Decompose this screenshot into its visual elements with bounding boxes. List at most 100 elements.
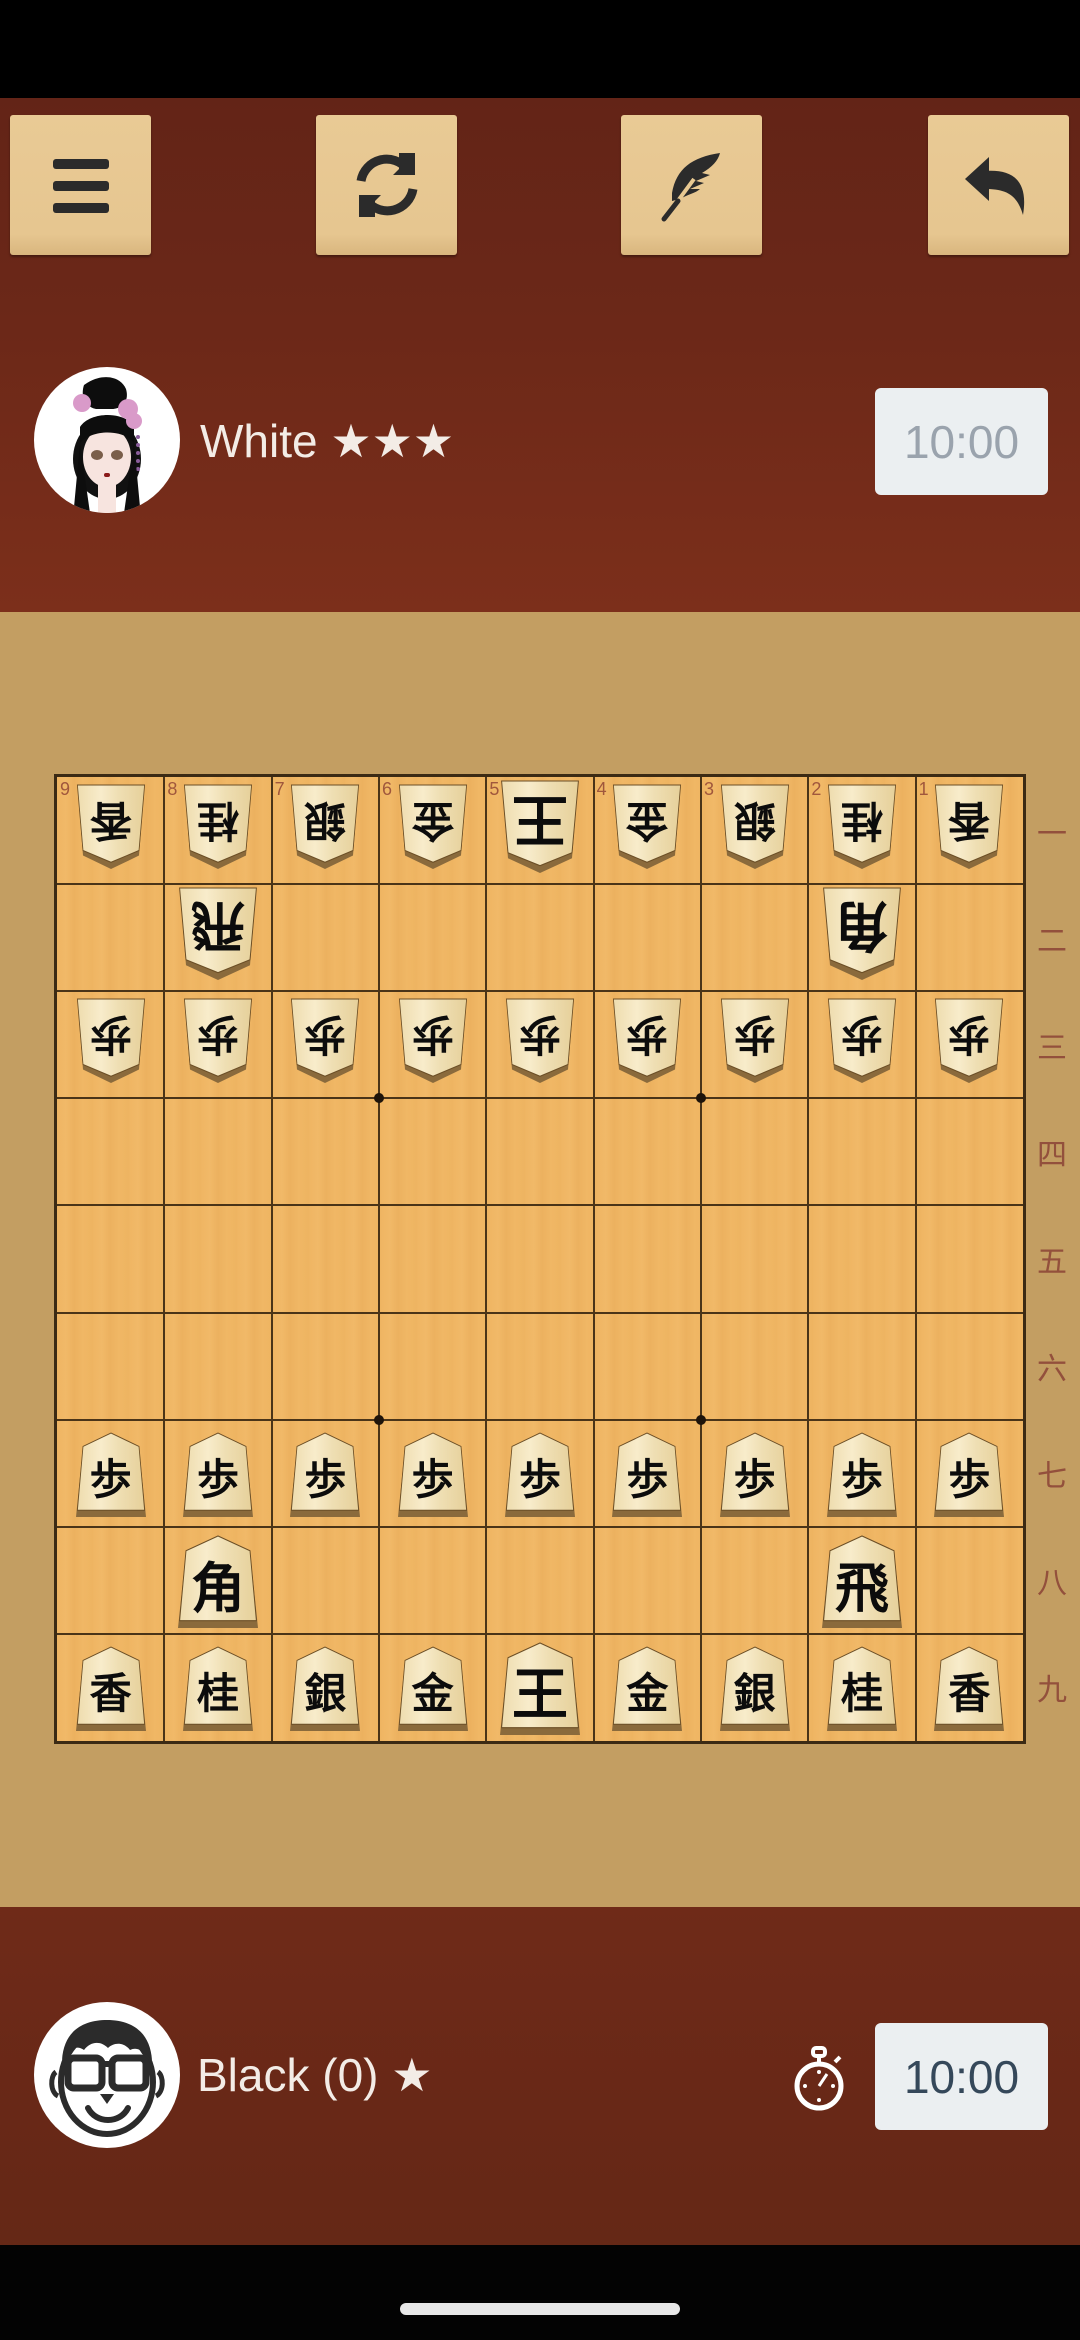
shogi-piece-black[interactable]: 王 [500,1642,580,1736]
grid-line [807,777,810,1741]
shogi-piece-black[interactable]: 歩 [505,1432,575,1518]
shogi-piece-white[interactable]: 角 [822,887,902,980]
navigation-bar [0,2245,1080,2340]
piece-kanji: 金 [411,795,454,845]
top-panel [0,98,1080,612]
rank-label: 六 [1037,1352,1067,1388]
shogi-piece-white[interactable]: 歩 [505,998,575,1083]
shogi-piece-black[interactable]: 銀 [290,1646,361,1732]
status-bar [0,0,1080,98]
piece-kanji: 歩 [304,1455,347,1505]
rank-label: 三 [1037,1030,1067,1066]
home-indicator[interactable] [400,2303,680,2315]
black-player-clock: 10:00 [875,2023,1048,2130]
feather-icon [661,153,720,222]
shogi-piece-black[interactable]: 飛 [822,1535,902,1629]
piece-kanji: 歩 [89,1455,132,1505]
shogi-piece-white[interactable]: 香 [934,784,1004,869]
grid-line [57,1632,1023,1635]
shogi-piece-black[interactable]: 香 [75,1646,146,1732]
piece-kanji: 歩 [89,1010,132,1060]
file-label: 6 [382,779,393,799]
shogi-piece-black[interactable]: 歩 [290,1432,361,1518]
file-label: 9 [60,779,71,799]
file-label: 3 [704,779,715,799]
piece-kanji: 桂 [841,795,884,845]
shogi-piece-white[interactable]: 歩 [612,998,682,1083]
shogi-piece-black[interactable]: 桂 [827,1646,897,1732]
piece-kanji: 銀 [304,795,347,845]
menu-button[interactable] [10,115,151,255]
shogi-piece-white[interactable]: 銀 [290,784,360,869]
undo-button[interactable] [928,115,1069,255]
file-label: 1 [918,779,929,799]
shogi-piece-black[interactable]: 歩 [934,1432,1005,1518]
grid-line [270,777,273,1741]
shogi-piece-white[interactable]: 歩 [183,998,253,1083]
piece-kanji: 歩 [626,1455,669,1505]
grid-line [592,777,595,1741]
star-point [374,1093,384,1104]
shogi-piece-black[interactable]: 歩 [719,1432,790,1518]
shogi-piece-white[interactable]: 歩 [398,998,468,1083]
shogi-piece-black[interactable]: 香 [934,1646,1005,1732]
shogi-piece-white[interactable]: 歩 [720,998,790,1083]
grid-line [57,1525,1023,1528]
grid-line [57,1204,1023,1207]
shogi-piece-black[interactable]: 銀 [719,1646,790,1732]
shogi-piece-black[interactable]: 金 [397,1646,468,1732]
shogi-piece-black[interactable]: 歩 [612,1432,683,1518]
grid-line [57,1311,1023,1314]
refresh-icon [356,153,417,217]
rank-label: 八 [1037,1566,1067,1602]
shogi-piece-white[interactable]: 歩 [76,998,146,1083]
shogi-piece-white[interactable]: 飛 [178,887,258,980]
black-player-avatar[interactable] [34,2002,180,2148]
shogi-piece-white[interactable]: 金 [612,784,682,869]
rank-label: 二 [1037,923,1067,959]
piece-kanji: 飛 [835,1555,889,1620]
file-label: 7 [274,779,285,799]
piece-kanji: 金 [626,795,669,845]
piece-kanji: 歩 [948,1455,991,1505]
shogi-piece-white[interactable]: 桂 [183,784,253,869]
file-label: 8 [167,779,178,799]
piece-kanji: 角 [191,1555,245,1620]
shogi-piece-black[interactable]: 桂 [183,1646,253,1732]
file-label: 5 [489,779,500,799]
shogi-piece-black[interactable]: 金 [612,1646,683,1732]
white-player-name: White ★★★ [200,415,455,467]
shogi-piece-black[interactable]: 歩 [827,1432,897,1518]
piece-kanji: 香 [89,1669,132,1719]
record-moves-button[interactable] [621,115,762,255]
piece-kanji: 歩 [733,1010,776,1060]
piece-kanji: 銀 [304,1669,347,1719]
undo-arrow-icon [964,157,1024,215]
shogi-piece-white[interactable]: 歩 [290,998,360,1083]
star-point [696,1093,706,1104]
white-player-avatar[interactable] [34,367,180,513]
piece-kanji: 歩 [840,1455,883,1505]
shogi-piece-white[interactable]: 王 [500,779,580,873]
shogi-piece-white[interactable]: 銀 [720,784,790,869]
piece-kanji: 桂 [196,1669,239,1719]
shogi-piece-black[interactable]: 角 [178,1535,258,1629]
rank-label: 九 [1037,1673,1067,1709]
shogi-piece-white[interactable]: 歩 [934,998,1004,1083]
grid-line [914,777,917,1741]
shogi-piece-black[interactable]: 歩 [183,1432,253,1518]
grid-line [700,777,702,1741]
piece-kanji: 歩 [411,1010,454,1060]
piece-kanji: 香 [948,1669,991,1719]
shogi-piece-white[interactable]: 金 [398,784,468,869]
shogi-piece-white[interactable]: 香 [76,784,146,869]
black-player-name: Black (0) ★ [197,2049,433,2101]
shogi-piece-white[interactable]: 歩 [827,998,897,1083]
shogi-piece-black[interactable]: 歩 [75,1432,146,1518]
shogi-piece-white[interactable]: 桂 [827,784,897,869]
piece-kanji: 銀 [733,1669,776,1719]
glasses-guy-avatar-icon [49,2020,165,2137]
shogi-board[interactable]: 987654321香桂銀金王金銀桂香飛角歩歩歩歩歩歩歩歩歩歩歩歩歩歩歩歩歩歩角飛… [54,774,1026,1744]
flip-board-button[interactable] [316,115,457,255]
shogi-piece-black[interactable]: 歩 [397,1432,468,1518]
